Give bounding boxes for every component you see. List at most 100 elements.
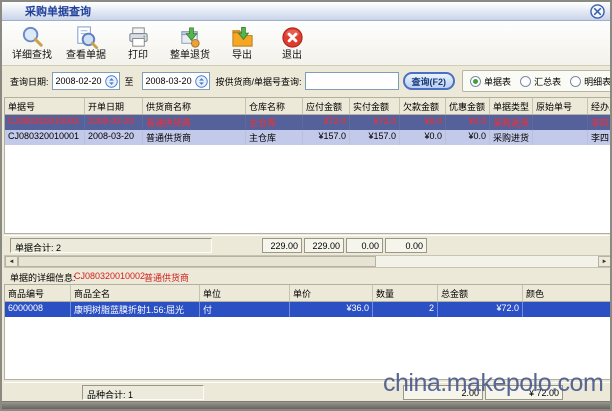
variety-total-label: 品种合计: 1 bbox=[82, 385, 204, 400]
detail-row-selected[interactable]: 6000008 康明树脂蓝膜折射1.56:屈光 付 ¥36.0 2 ¥72.0 bbox=[5, 302, 611, 317]
scroll-left-arrow-icon[interactable]: ◄ bbox=[5, 256, 18, 267]
toolbar-button-label: 整单退货 bbox=[170, 50, 210, 62]
table-cell: ¥72.0 bbox=[303, 115, 350, 130]
column-header[interactable]: 商品全名 bbox=[71, 285, 200, 301]
table-cell: CJ080320010002 bbox=[5, 115, 85, 130]
radio-detail-table[interactable]: 明细表 bbox=[570, 75, 611, 88]
table-cell: 李四 bbox=[588, 115, 611, 130]
toolbar-button-print[interactable]: 打印 bbox=[116, 23, 160, 64]
column-header[interactable]: 商品编号 bbox=[5, 285, 71, 301]
radio-bill-table[interactable]: 单据表 bbox=[470, 75, 511, 88]
table-cell: ¥36.0 bbox=[290, 302, 373, 317]
table-cell: 普通供货商 bbox=[143, 130, 246, 145]
column-header[interactable]: 单据类型 bbox=[490, 98, 533, 114]
table-row[interactable]: CJ080320010001 2008-03-20 普通供货商 主仓库 ¥157… bbox=[5, 130, 611, 145]
column-header[interactable]: 实付金额 bbox=[350, 98, 400, 114]
supplier-billno-search-input[interactable] bbox=[305, 72, 399, 90]
table-cell: ¥157.0 bbox=[303, 130, 350, 145]
date-picker-icon[interactable] bbox=[195, 75, 208, 88]
table-cell: ¥0.0 bbox=[446, 115, 490, 130]
radio-summary-table[interactable]: 汇总表 bbox=[520, 75, 561, 88]
date-to-field bbox=[142, 72, 210, 90]
close-icon bbox=[590, 4, 605, 19]
to-label: 至 bbox=[125, 75, 134, 88]
total-owed: 0.00 bbox=[346, 238, 383, 253]
total-payable: 229.00 bbox=[262, 238, 302, 253]
toolbar-button-label: 查看单据 bbox=[66, 50, 106, 62]
table-row-selected[interactable]: CJ080320010002 2008-03-20 普通供货商 主仓库 ¥72.… bbox=[5, 115, 611, 130]
table-cell: 2008-03-20 bbox=[85, 130, 143, 145]
table-cell: 普通供货商 bbox=[143, 115, 246, 130]
column-header[interactable]: 优惠金额 bbox=[446, 98, 490, 114]
bills-table-header: 单据号 开单日期 供货商名称 仓库名称 应付金额 实付金额 欠款金额 优惠金额 … bbox=[5, 98, 611, 115]
query-bar: 查询日期: 至 按供货商/单据号查询: 查询(F2) 单据表 bbox=[2, 66, 610, 96]
purchase-query-window: 采购单据查询 详细查找 查看单据 bbox=[0, 0, 612, 411]
table-cell: 2 bbox=[373, 302, 438, 317]
column-header[interactable]: 供货商名称 bbox=[143, 98, 246, 114]
table-cell: ¥157.0 bbox=[350, 130, 400, 145]
table-cell: 主仓库 bbox=[246, 115, 303, 130]
toolbar-button-return-goods[interactable]: 整单退货 bbox=[166, 23, 214, 64]
table-cell: ¥0.0 bbox=[400, 130, 446, 145]
date-from-field bbox=[52, 72, 120, 90]
table-cell: 6000008 bbox=[5, 302, 71, 317]
table-cell: 李四 bbox=[588, 130, 611, 145]
radio-label: 汇总表 bbox=[534, 75, 561, 88]
column-header[interactable]: 应付金额 bbox=[303, 98, 350, 114]
window-bottom-edge bbox=[2, 401, 610, 410]
table-cell: 采购进货 bbox=[490, 130, 533, 145]
toolbar-button-exit[interactable]: 退出 bbox=[270, 23, 314, 64]
table-cell: CJ080320010001 bbox=[5, 130, 85, 145]
column-header[interactable]: 开单日期 bbox=[85, 98, 143, 114]
radio-icon bbox=[570, 76, 581, 87]
bills-table: 单据号 开单日期 供货商名称 仓库名称 应付金额 实付金额 欠款金额 优惠金额 … bbox=[4, 97, 612, 234]
toolbar-button-export[interactable]: 导出 bbox=[220, 23, 264, 64]
date-picker-icon[interactable] bbox=[105, 75, 118, 88]
bills-totals-bar: 单据合计: 2 229.00 229.00 0.00 0.00 bbox=[4, 235, 612, 254]
column-header[interactable]: 原始单号 bbox=[533, 98, 588, 114]
column-header[interactable]: 单据号 bbox=[5, 98, 85, 114]
scroll-right-arrow-icon[interactable]: ► bbox=[598, 256, 611, 267]
toolbar-button-label: 导出 bbox=[232, 50, 252, 62]
table-cell bbox=[533, 115, 588, 130]
column-header[interactable]: 欠款金额 bbox=[400, 98, 446, 114]
table-cell bbox=[523, 302, 611, 317]
view-bill-icon bbox=[74, 25, 99, 50]
toolbar-button-view-bill[interactable]: 查看单据 bbox=[62, 23, 110, 64]
table-cell: ¥0.0 bbox=[446, 130, 490, 145]
column-header[interactable]: 仓库名称 bbox=[246, 98, 303, 114]
detail-supplier-name: 普通供货商 bbox=[144, 271, 189, 284]
column-header[interactable]: 单价 bbox=[290, 285, 373, 301]
column-header[interactable]: 颜色 bbox=[523, 285, 611, 301]
radio-label: 明细表 bbox=[584, 75, 611, 88]
horizontal-scrollbar[interactable]: ◄ ► bbox=[4, 255, 612, 268]
column-header[interactable]: 单位 bbox=[200, 285, 290, 301]
table-cell: ¥0.0 bbox=[400, 115, 446, 130]
toolbar: 详细查找 查看单据 打印 bbox=[2, 21, 610, 66]
export-icon bbox=[230, 25, 255, 50]
scrollbar-thumb[interactable] bbox=[18, 256, 376, 267]
query-button[interactable]: 查询(F2) bbox=[403, 72, 456, 90]
print-icon bbox=[126, 25, 151, 50]
return-goods-icon bbox=[178, 25, 203, 50]
toolbar-button-detail-search[interactable]: 详细查找 bbox=[8, 23, 56, 64]
radio-icon bbox=[520, 76, 531, 87]
column-header[interactable]: 总金额 bbox=[438, 285, 523, 301]
detail-info-line: 单据的详细信息: CJ080320010002 普通供货商 bbox=[4, 269, 612, 283]
column-header[interactable]: 数量 bbox=[373, 285, 438, 301]
table-cell: 主仓库 bbox=[246, 130, 303, 145]
total-paid: 229.00 bbox=[304, 238, 344, 253]
detail-info-label: 单据的详细信息: bbox=[10, 271, 76, 284]
date-from-input[interactable] bbox=[56, 76, 105, 86]
detail-bill-number: CJ080320010002 bbox=[74, 271, 145, 281]
table-cell: 付 bbox=[200, 302, 290, 317]
date-to-input[interactable] bbox=[146, 76, 195, 86]
table-cell: 康明树脂蓝膜折射1.56:屈光 bbox=[71, 302, 200, 317]
table-cell: 采购进货 bbox=[490, 115, 533, 130]
watermark: china.makepolo.com bbox=[383, 369, 603, 398]
close-button[interactable] bbox=[590, 4, 605, 19]
column-header[interactable]: 经办人 bbox=[588, 98, 611, 114]
detail-table: 商品编号 商品全名 单位 单价 数量 总金额 颜色 6000008 康明树脂蓝膜… bbox=[4, 284, 612, 380]
exit-icon bbox=[280, 25, 305, 50]
detail-table-header: 商品编号 商品全名 单位 单价 数量 总金额 颜色 bbox=[5, 285, 611, 302]
